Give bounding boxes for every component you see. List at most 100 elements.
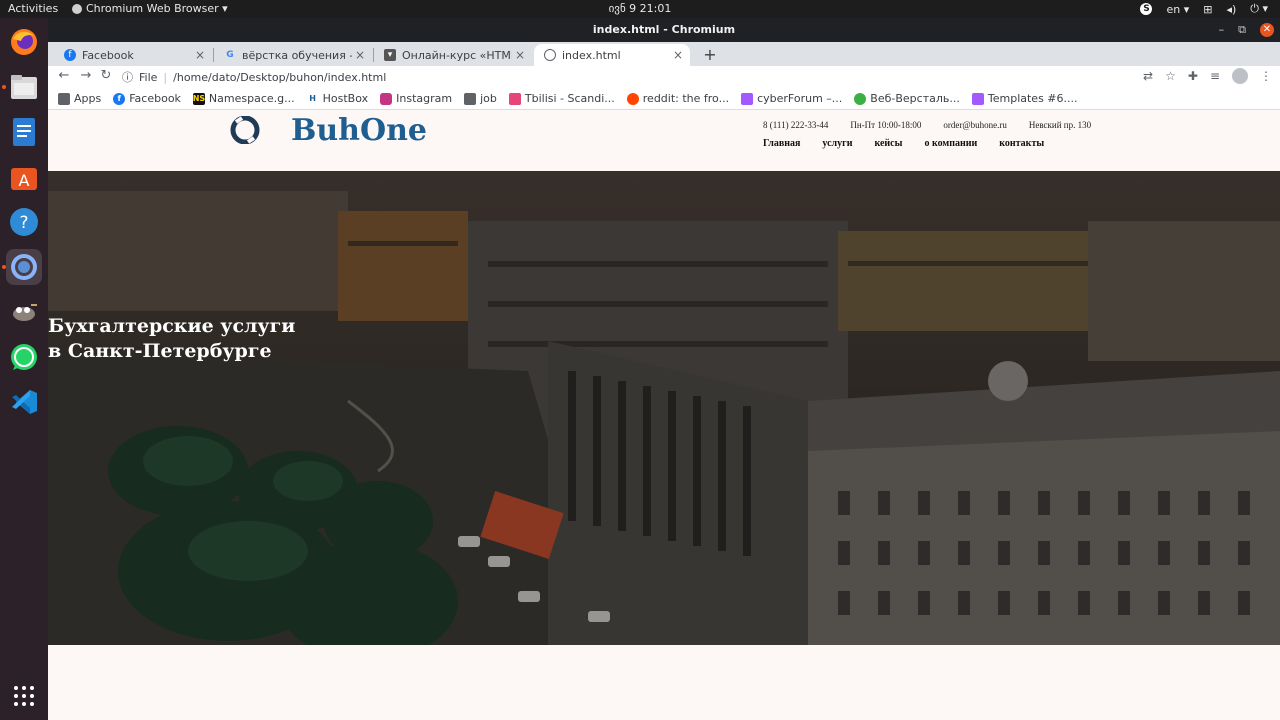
bookmark-web-verstalka[interactable]: Веб-Версталь... (854, 92, 960, 105)
bookmark-label: Instagram (396, 92, 453, 105)
close-tab-icon[interactable]: × (352, 48, 368, 62)
running-indicator (2, 85, 6, 89)
extensions-icon[interactable]: ✚ (1188, 69, 1198, 83)
bookmarks-bar: Apps f Facebook NS Namespace.g... H HostBox… (48, 88, 1280, 110)
tab-google-search[interactable]: G вёрстка обучения - Goog × (214, 44, 372, 66)
language-selector[interactable]: en ▾ (1166, 3, 1189, 16)
volume-icon[interactable]: ◂) (1226, 3, 1236, 16)
tab-index-html[interactable]: index.html × (534, 44, 690, 66)
chromium-dock-icon[interactable] (6, 249, 42, 285)
menu-icon[interactable]: ⋮ (1260, 69, 1272, 83)
nav-about[interactable]: о компании (924, 138, 977, 149)
facebook-icon: f (64, 49, 76, 61)
media-icon[interactable]: ≡ (1210, 69, 1220, 83)
minimize-icon[interactable]: – (1219, 18, 1225, 42)
network-icon[interactable]: ⊞ (1203, 3, 1212, 16)
url-text[interactable]: /home/dato/Desktop/buhon/index.html (173, 71, 386, 84)
hero-city-photo (48, 171, 1280, 645)
forward-icon[interactable]: → (78, 68, 94, 83)
bookmark-label: job (480, 92, 497, 105)
tab-title: Facebook (82, 48, 134, 62)
contact-hours: Пн-Пт 10:00-18:00 (850, 120, 922, 130)
bookmark-label: Tbilisi - Scandi... (524, 92, 615, 105)
contact-phone[interactable]: 8 (111) 222-33-44 (763, 120, 828, 130)
reload-icon[interactable]: ↻ (98, 68, 114, 83)
skype-icon[interactable]: S (1140, 3, 1153, 15)
hostbox-icon: H (309, 94, 316, 103)
bookmark-facebook[interactable]: f Facebook (113, 92, 181, 105)
writer-icon[interactable] (6, 114, 42, 150)
browser-toolbar: ← → ↻ ⓘ File | /home/dato/Desktop/buhon/… (48, 66, 1280, 88)
nav-services[interactable]: услуги (822, 138, 852, 149)
close-tab-icon[interactable]: × (192, 48, 208, 62)
profile-avatar[interactable] (1232, 68, 1248, 84)
contact-email[interactable]: order@buhone.ru (943, 120, 1007, 130)
bookmark-apps[interactable]: Apps (58, 92, 101, 105)
namespace-icon: NS (192, 92, 206, 105)
firefox-icon[interactable] (6, 24, 42, 60)
bookmark-templates[interactable]: Templates #6.... (971, 92, 1078, 105)
brand-name[interactable]: BuhOne (291, 113, 427, 148)
bookmark-namespace[interactable]: NS Namespace.g... (193, 92, 295, 105)
bookmark-job[interactable]: job (464, 92, 497, 105)
gimp-icon[interactable] (6, 294, 42, 330)
brand-logo-icon[interactable] (230, 116, 260, 144)
reddit-icon (626, 92, 639, 105)
help-icon[interactable]: ? (6, 204, 42, 240)
bookmark-hostbox[interactable]: H HostBox (307, 92, 368, 105)
bookmark-label: Templates #6.... (987, 92, 1078, 105)
bookmark-cyberforum[interactable]: cyberForum –... (741, 92, 842, 105)
system-top-bar: Activities Chromium Web Browser ▾ ივნ 9 … (0, 0, 1280, 18)
apps-grid-icon (58, 92, 70, 105)
main-nav: Главная услуги кейсы о компании контакты (763, 138, 1044, 149)
dock: A ? (0, 18, 48, 720)
svg-text:?: ? (19, 213, 28, 233)
window-title: index.html - Chromium (592, 23, 736, 36)
power-icon[interactable]: ⏻ ▾ (1250, 2, 1268, 16)
bookmark-reddit[interactable]: reddit: the fro... (626, 92, 730, 105)
close-tab-icon[interactable]: × (670, 48, 686, 62)
address-bar[interactable]: ⓘ File | /home/dato/Desktop/buhon/index.… (122, 67, 386, 87)
nav-cases[interactable]: кейсы (874, 138, 902, 149)
figma-icon (971, 92, 984, 105)
bookmark-label: Веб-Версталь... (870, 92, 960, 105)
close-window-icon[interactable]: ✕ (1260, 23, 1274, 37)
whatsapp-icon[interactable] (6, 339, 42, 375)
window-controls: – ⧉ ✕ (1219, 18, 1274, 42)
hero-banner: Бухгалтерские услуги в Санкт-Петербурге (48, 171, 1280, 645)
software-center-icon[interactable]: A (6, 159, 42, 195)
tab-facebook[interactable]: f Facebook × (54, 44, 212, 66)
instagram-icon (380, 92, 393, 105)
bookmark-label: Apps (74, 92, 102, 105)
vscode-icon[interactable] (6, 384, 42, 420)
url-scheme: File (139, 70, 158, 84)
back-icon[interactable]: ← (56, 68, 72, 83)
show-applications-icon[interactable] (6, 678, 42, 714)
running-indicator (2, 265, 6, 269)
globe-icon (544, 49, 556, 61)
maximize-icon[interactable]: ⧉ (1238, 18, 1246, 42)
web-page: BuhOne 8 (111) 222-33-44 Пн-Пт 10:00-18:… (48, 111, 1280, 720)
course-site-icon: ▾ (384, 49, 396, 61)
bookmark-label: Namespace.g... (208, 92, 295, 105)
close-tab-icon[interactable]: × (512, 48, 528, 62)
bookmark-tbilisi[interactable]: Tbilisi - Scandi... (508, 92, 615, 105)
info-icon[interactable]: ⓘ (122, 69, 133, 85)
clock[interactable]: ივნ 9 21:01 (0, 2, 1280, 15)
tab-online-course[interactable]: ▾ Онлайн-курс «HTML и CS × (374, 44, 532, 66)
bookmark-instagram[interactable]: Instagram (380, 92, 452, 105)
nav-contacts[interactable]: контакты (999, 138, 1044, 149)
files-icon[interactable] (6, 69, 42, 105)
window-title-bar[interactable]: index.html - Chromium – ⧉ ✕ (48, 18, 1280, 42)
facebook-icon: f (113, 92, 126, 105)
translate-icon[interactable]: ⇄ (1143, 69, 1153, 83)
bookmark-label: Facebook (129, 92, 181, 105)
new-tab-button[interactable]: + (700, 45, 720, 64)
bookmark-label: reddit: the fro... (642, 92, 730, 105)
tbilisi-site-icon (508, 92, 521, 105)
bookmark-label: cyberForum –... (757, 92, 843, 105)
bookmark-star-icon[interactable]: ☆ (1165, 69, 1176, 83)
nav-home[interactable]: Главная (763, 138, 800, 149)
tab-title: index.html (562, 48, 621, 62)
folder-icon (464, 92, 477, 105)
